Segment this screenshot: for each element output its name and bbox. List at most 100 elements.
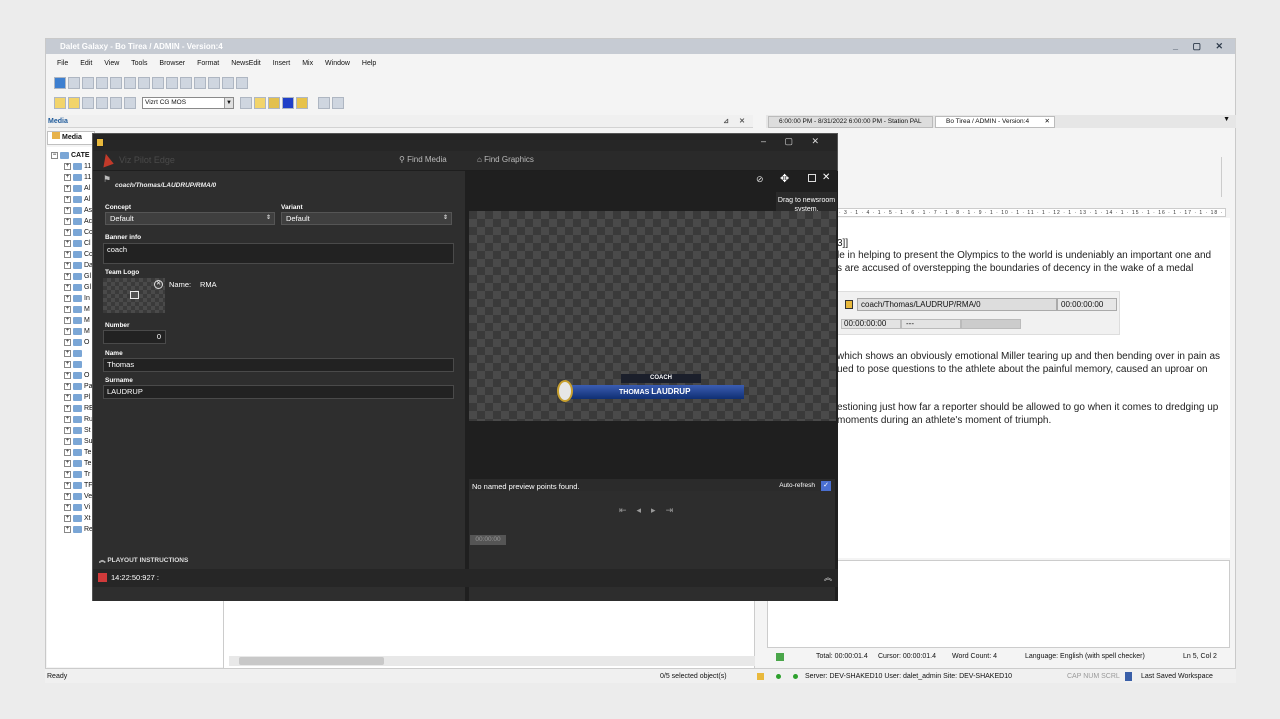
pin-icon[interactable]: ⊿ [723,115,729,128]
tree-item[interactable]: +11 [64,161,91,172]
tree-item[interactable]: + Te [64,447,91,458]
refresh-icon[interactable] [96,97,108,109]
tree-item[interactable]: + Gl [64,271,91,282]
tab-media[interactable]: Media [47,131,95,145]
vertical-scrollbar[interactable] [1221,157,1232,197]
surname-input[interactable]: LAUDRUP [103,385,454,399]
tree-item[interactable]: + Da [64,260,93,271]
close-icon[interactable]: ✕ [739,115,745,128]
tree-item[interactable]: + M [64,326,90,337]
edit-icon[interactable] [110,77,122,89]
tree-item[interactable]: + Ru [64,414,93,425]
menu-edit[interactable]: Edit [80,60,92,67]
variant-select[interactable]: Default ⇕ [281,212,452,225]
tree-item[interactable]: + Su [64,436,93,447]
find-graphics-button[interactable]: ⌂ Find Graphics [477,155,534,164]
mos-object[interactable]: coach/Thomas/LAUDRUP/RMA/0 00:00:00:00 0… [837,291,1120,335]
playout-toggle[interactable]: ︽ PLAYOUT INSTRUCTIONS [99,554,188,564]
menu-view[interactable]: View [104,60,119,67]
bookmark-icon[interactable]: ⚑ [103,174,111,185]
tree-item[interactable]: + [64,359,84,370]
tree-item[interactable]: + Xt [64,513,91,524]
tab-rundown[interactable]: 6:00:00 PM - 8/31/2022 6:00:00 PM - Stat… [768,116,933,128]
save-icon[interactable] [808,174,816,182]
tree-item[interactable]: +11 [64,172,91,183]
monitor-icon[interactable] [124,97,136,109]
open-folder-icon[interactable] [68,97,80,109]
search-icon[interactable] [82,97,94,109]
storyboard-icon[interactable] [166,77,178,89]
film-icon[interactable] [152,77,164,89]
media-icon[interactable] [180,77,192,89]
banner-input[interactable]: coach [103,243,454,264]
menu-help[interactable]: Help [362,60,376,67]
tabs-dropdown-icon[interactable]: ▼ [1223,116,1230,123]
tree-item[interactable]: + Al [64,194,90,205]
transport-controls[interactable]: ⇤◂▸⇥ [619,505,683,516]
clip-icon[interactable] [96,77,108,89]
tree-item[interactable]: + Gl [64,282,91,293]
tree-item[interactable]: + Tr [64,469,90,480]
tree-item[interactable]: + M [64,304,90,315]
window-controls[interactable]: _ ▢ ✕ [1173,39,1229,54]
menu-file[interactable]: File [57,60,68,67]
picture-icon[interactable] [138,77,150,89]
tree-item[interactable]: + Pa [64,381,93,392]
find-media-button[interactable]: ⚲ Find Media [399,155,447,164]
tree-item[interactable]: + Pl [64,392,90,403]
menu-tools[interactable]: Tools [131,60,147,67]
new-doc-icon[interactable] [54,97,66,109]
archive-icon[interactable] [268,97,280,109]
tree-item[interactable]: + O [64,370,89,381]
tree-item[interactable]: + TF [64,480,93,491]
tree-item[interactable]: + St [64,425,91,436]
screen-icon[interactable] [240,97,252,109]
tree-item[interactable]: + Ac [64,216,92,227]
link-icon[interactable] [236,77,248,89]
tree-item[interactable]: + RE [64,403,94,414]
arrow-up-icon[interactable] [68,77,80,89]
concept-select[interactable]: Default ⇕ [105,212,275,225]
menu-newsedit[interactable]: NewsEdit [231,60,261,67]
tree-item[interactable]: + Cc [64,249,93,260]
page-icon[interactable] [318,97,330,109]
menu-format[interactable]: Format [197,60,219,67]
close-icon[interactable]: ✕ [822,172,830,183]
tree-item[interactable]: + Ve [64,491,92,502]
cg-select[interactable]: Vizrt CG MOS ▼ [142,97,234,109]
drag-move-icon[interactable]: ✥ [780,172,789,185]
tree-item[interactable]: + Cc [64,227,93,238]
tree-item[interactable]: + M [64,315,90,326]
tree-item[interactable]: + Vi [64,502,90,513]
tree-item[interactable]: + In [64,293,90,304]
tab-story[interactable]: Bo Tirea / ADMIN - Version:4 ✕ [935,116,1055,128]
hide-icon[interactable]: ⊘ [756,174,764,185]
delete-icon[interactable] [296,97,308,109]
tab-close-icon[interactable]: ✕ [1045,117,1050,127]
expand-icon[interactable]: ︽ [824,572,832,583]
menu-browser[interactable]: Browser [159,60,185,67]
pencil-icon[interactable] [124,77,136,89]
auto-refresh-checkbox[interactable]: ✓ [821,481,831,491]
folder-open-icon[interactable] [254,97,266,109]
menu-insert[interactable]: Insert [273,60,291,67]
tree-item[interactable]: + O [64,337,89,348]
copy-icon[interactable] [82,77,94,89]
tree-item[interactable]: + As [64,205,92,216]
menu-mix[interactable]: Mix [302,60,313,67]
name-input[interactable]: Thomas [103,358,454,372]
clear-icon[interactable]: ✕ [154,280,163,289]
scrollbar-thumb[interactable] [239,657,384,665]
tree-item[interactable]: + Cl [64,238,91,249]
number-input[interactable]: 0 [103,330,166,344]
zoom-icon[interactable] [194,77,206,89]
dialog-window-controls[interactable]: – ▢ ✕ [761,136,827,147]
user-icon[interactable] [110,97,122,109]
menu-window[interactable]: Window [325,60,350,67]
tree-item[interactable]: + [64,348,84,359]
layout-icon[interactable] [332,97,344,109]
save-icon[interactable] [208,77,220,89]
team-logo-picker[interactable]: ✕ [103,278,165,313]
horizontal-scrollbar[interactable] [229,656,755,666]
tree-root[interactable]: − CATE [51,150,90,161]
